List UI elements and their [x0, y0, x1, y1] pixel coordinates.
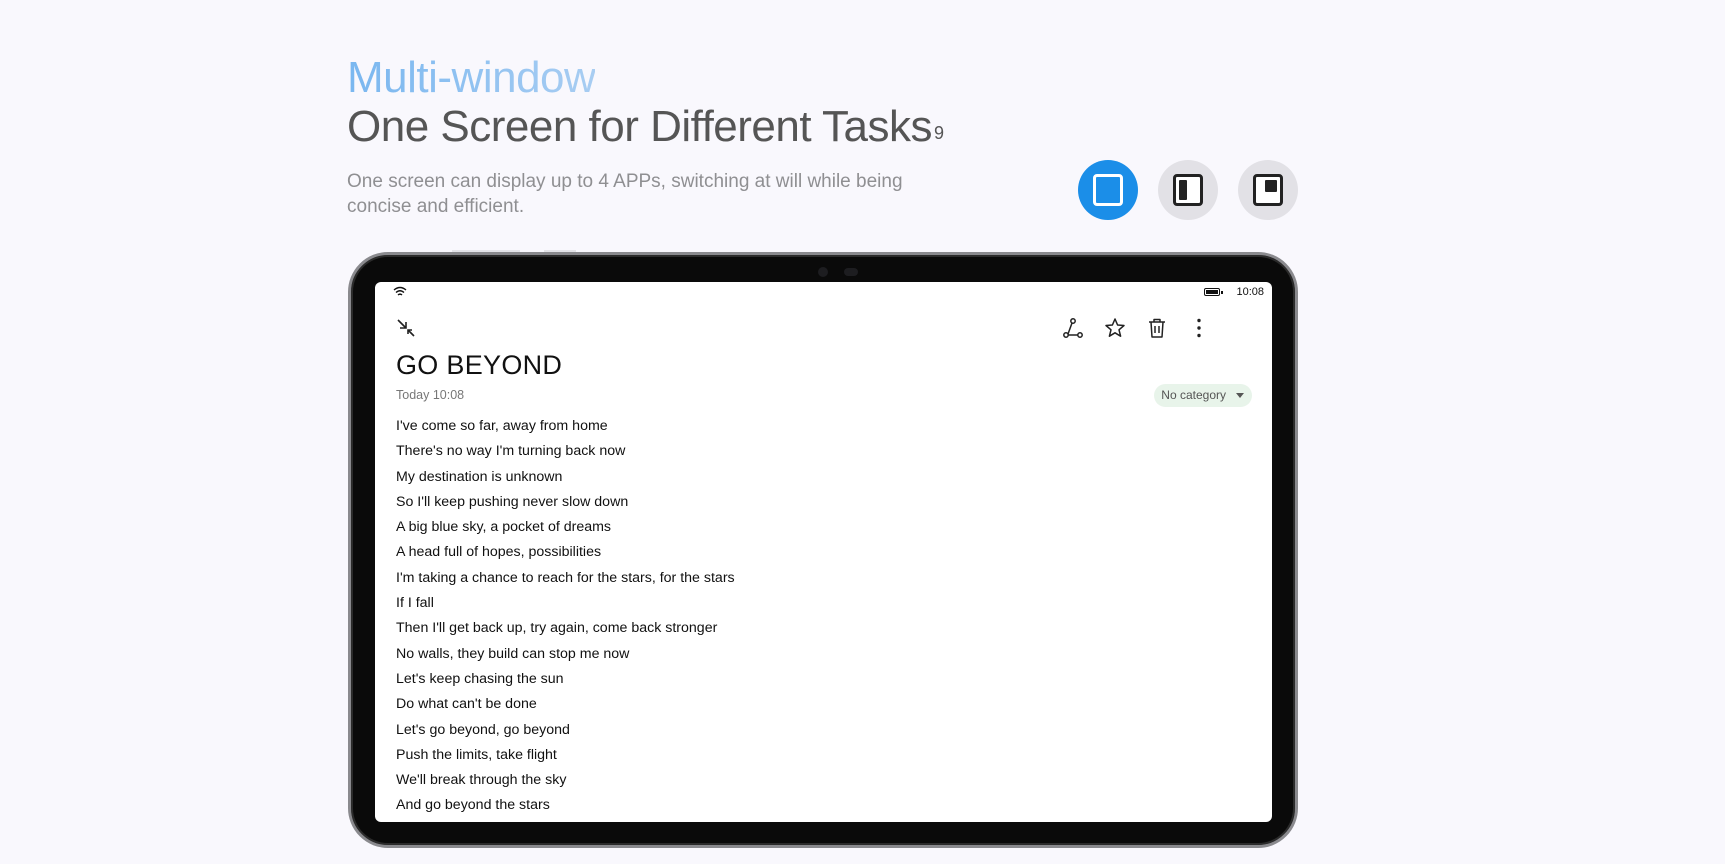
note-line: Let's go beyond, go beyond — [396, 721, 570, 738]
more-icon[interactable] — [1187, 316, 1211, 340]
trash-icon[interactable] — [1145, 316, 1169, 340]
headline-text: One Screen for Different Tasks — [347, 102, 933, 151]
note-line: I've come so far, away from home — [396, 418, 608, 434]
battery-icon — [1204, 288, 1223, 296]
tablet-screen: 10:08 GO BEYOND Today 10:08 No category … — [375, 282, 1272, 822]
tablet-device: 10:08 GO BEYOND Today 10:08 No category … — [348, 252, 1298, 848]
note-line: There's no way I'm turning back now — [396, 443, 626, 460]
note-line: I'm taking a chance to reach for the sta… — [396, 569, 735, 586]
footnote-marker[interactable]: 9 — [934, 123, 944, 143]
full-screen-icon — [1093, 174, 1123, 206]
note-line: No walls, they build can stop me now — [396, 645, 630, 662]
star-icon[interactable] — [1103, 316, 1127, 340]
floating-window-icon — [1253, 174, 1283, 206]
note-line: A head full of hopes, possibilities — [396, 544, 602, 561]
note-line: We'll break through the sky — [396, 772, 567, 789]
note-line: So I'll keep pushing never slow down — [396, 493, 629, 510]
share-icon[interactable] — [1061, 316, 1085, 340]
note-title[interactable]: GO BEYOND — [396, 350, 562, 381]
section-description: One screen can display up to 4 APPs, swi… — [347, 171, 903, 217]
note-line: If I fall — [396, 595, 434, 612]
note-line: Push the limits, take flight — [396, 746, 557, 763]
note-line: My destination is unknown — [396, 468, 563, 485]
status-time: 10:08 — [1236, 286, 1264, 298]
layout-switcher — [1078, 160, 1298, 220]
note-line: Let's keep chasing the sun — [396, 670, 564, 687]
collapse-icon[interactable] — [394, 316, 418, 340]
floating-window-mode-button[interactable] — [1238, 160, 1298, 220]
note-line: A big blue sky, a pocket of dreams — [396, 519, 612, 536]
split-screen-icon — [1173, 174, 1203, 206]
note-body[interactable]: I've come so far, away from home There's… — [396, 414, 735, 819]
note-date: Today 10:08 — [396, 388, 465, 402]
split-screen-mode-button[interactable] — [1158, 160, 1218, 220]
sensor — [844, 268, 858, 276]
note-line: Then I'll get back up, try again, come b… — [396, 620, 718, 637]
front-camera — [818, 267, 828, 277]
category-dropdown[interactable]: No category — [1154, 384, 1252, 407]
section-eyebrow: Multi-window — [347, 53, 596, 102]
status-bar: 10:08 — [375, 282, 1272, 304]
note-line: And go beyond the stars — [396, 797, 550, 814]
full-screen-mode-button[interactable] — [1078, 160, 1138, 220]
note-line: Do what can't be done — [396, 696, 537, 713]
section-headline: One Screen for Different Tasks 9 — [347, 101, 944, 153]
wifi-icon — [393, 286, 407, 296]
